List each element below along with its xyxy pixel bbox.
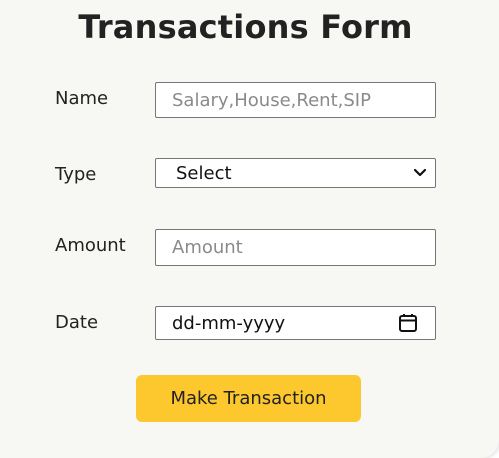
calendar-icon[interactable] xyxy=(397,312,419,334)
type-label: Type xyxy=(55,164,97,185)
date-input[interactable]: dd-mm-yyyy xyxy=(155,306,436,340)
form-title: Transactions Form xyxy=(78,8,413,46)
name-input[interactable]: Salary,House,Rent,SIP xyxy=(155,82,436,118)
date-value: dd-mm-yyyy xyxy=(172,312,286,334)
type-select[interactable]: Select xyxy=(155,158,436,188)
date-label: Date xyxy=(55,312,99,333)
amount-placeholder: Amount xyxy=(172,237,243,258)
transaction-form-card: Transactions Form Name Salary,House,Rent… xyxy=(0,0,499,458)
name-label: Name xyxy=(55,88,109,109)
make-transaction-button[interactable]: Make Transaction xyxy=(136,375,361,422)
name-placeholder: Salary,House,Rent,SIP xyxy=(172,89,371,111)
chevron-down-icon xyxy=(413,168,427,177)
type-selected-value: Select xyxy=(176,162,232,184)
amount-input[interactable]: Amount xyxy=(155,229,436,266)
amount-label: Amount xyxy=(55,235,126,256)
